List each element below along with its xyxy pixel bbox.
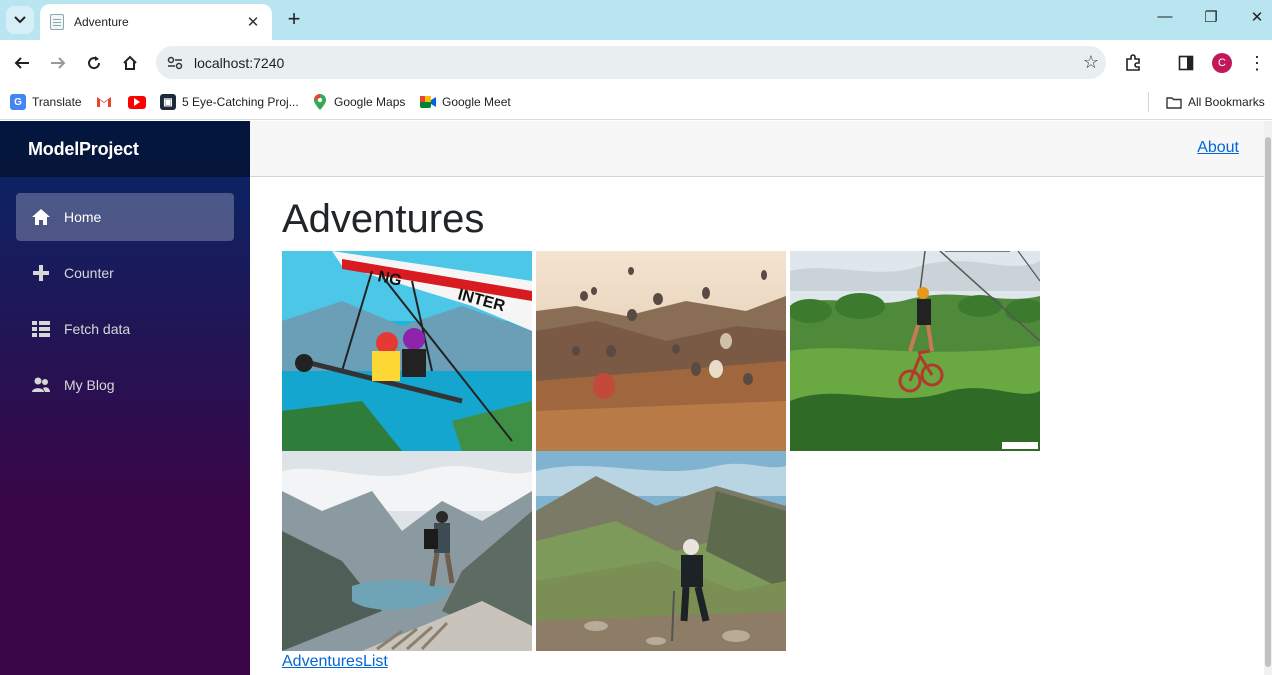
close-tab-icon[interactable]: ✕ (244, 13, 262, 31)
site-favicon-icon: ▣ (160, 94, 176, 110)
main-content: About Adventures NG INTER AdventuresList (250, 121, 1272, 675)
address-bar[interactable]: localhost:7240 ☆ (156, 46, 1106, 79)
profile-avatar[interactable]: C (1212, 53, 1232, 73)
mountain-lake-hiker-photo (282, 451, 532, 651)
chevron-down-icon (14, 16, 26, 24)
about-link[interactable]: About (1197, 139, 1239, 157)
page-scrollbar[interactable] (1264, 121, 1272, 675)
page-title: Adventures (282, 197, 485, 241)
article-content: Adventures NG INTER AdventuresList (250, 177, 1272, 671)
bookmarks-divider (1148, 92, 1149, 112)
people-icon (32, 376, 50, 394)
home-button[interactable] (117, 50, 143, 76)
page-favicon-icon (50, 14, 64, 30)
top-row: About (250, 121, 1272, 177)
nav-item-my-blog[interactable]: My Blog (16, 361, 234, 409)
bookmark-eye-catching[interactable]: ▣ 5 Eye-Catching Proj... (160, 92, 299, 112)
minimize-icon[interactable]: — (1150, 8, 1180, 32)
hang-gliding-photo: NG INTER (282, 251, 532, 451)
all-bookmarks-button[interactable]: All Bookmarks (1166, 92, 1265, 112)
plus-icon (32, 264, 50, 282)
nav-item-fetch-data[interactable]: Fetch data (16, 305, 234, 353)
bookmark-google-meet[interactable]: Google Meet (420, 92, 511, 112)
nav-item-label: Counter (64, 265, 114, 281)
bookmark-star-icon[interactable]: ☆ (1076, 52, 1106, 73)
bookmark-gmail[interactable] (96, 92, 118, 112)
youtube-icon (128, 95, 146, 109)
bookmark-google-maps[interactable]: Google Maps (312, 92, 405, 112)
sidebar-nav: Home Counter Fetch data My Blog (0, 177, 250, 409)
scrollbar-thumb[interactable] (1265, 137, 1271, 667)
extensions-icon[interactable] (1122, 52, 1144, 74)
sidebar-header: ModelProject (0, 121, 250, 177)
site-info-icon[interactable] (164, 52, 186, 74)
forward-arrow-icon (51, 57, 66, 69)
nav-item-home[interactable]: Home (16, 193, 234, 241)
nav-item-counter[interactable]: Counter (16, 249, 234, 297)
google-maps-icon (312, 94, 328, 110)
reload-button[interactable] (81, 50, 107, 76)
google-meet-icon (420, 94, 436, 110)
bookmarks-bar: G Translate ▣ 5 Eye-Catching Proj... Goo… (0, 86, 1272, 120)
valley-hiker-photo (536, 451, 786, 651)
bookmark-translate[interactable]: G Translate (10, 92, 82, 112)
side-panel-icon[interactable] (1175, 52, 1197, 74)
browser-toolbar: localhost:7240 ☆ C ⋮ (0, 40, 1272, 86)
bookmark-label: Translate (32, 95, 82, 109)
sidebar: ModelProject Home Counter Fetch data My … (0, 121, 250, 675)
all-bookmarks-label: All Bookmarks (1188, 95, 1265, 109)
bookmark-label: 5 Eye-Catching Proj... (182, 95, 299, 109)
browser-menu-icon[interactable]: ⋮ (1248, 50, 1266, 76)
reload-icon (88, 56, 101, 70)
hot-air-balloons-photo (536, 251, 786, 451)
tab-title: Adventure (74, 15, 129, 29)
new-tab-button[interactable]: + (282, 8, 306, 32)
back-arrow-icon (14, 57, 29, 69)
adventure-gallery: NG INTER (282, 251, 1052, 651)
gmail-icon (96, 94, 112, 110)
nav-item-label: Fetch data (64, 321, 131, 337)
url-text[interactable]: localhost:7240 (194, 55, 1076, 71)
browser-home-icon (123, 55, 137, 70)
tab-search-button[interactable] (6, 6, 34, 34)
browser-tabstrip: Adventure ✕ + — ❐ ✕ (0, 0, 1272, 40)
bookmark-label: Google Maps (334, 95, 406, 109)
bookmark-label: Google Meet (442, 95, 511, 109)
bookmark-youtube[interactable] (128, 92, 152, 112)
browser-tab[interactable]: Adventure ✕ (40, 4, 272, 40)
nav-item-label: Home (64, 209, 102, 225)
restore-icon[interactable]: ❐ (1196, 8, 1226, 32)
list-icon (32, 320, 50, 338)
forward-button[interactable] (45, 50, 71, 76)
home-icon (32, 208, 50, 226)
zipline-bike-photo (790, 251, 1040, 451)
nav-item-label: My Blog (64, 377, 115, 393)
close-window-icon[interactable]: ✕ (1242, 8, 1272, 32)
google-translate-icon: G (10, 94, 26, 110)
back-button[interactable] (9, 50, 35, 76)
adventures-list-link[interactable]: AdventuresList (282, 653, 388, 671)
folder-icon (1166, 94, 1182, 110)
brand-link[interactable]: ModelProject (28, 139, 139, 160)
